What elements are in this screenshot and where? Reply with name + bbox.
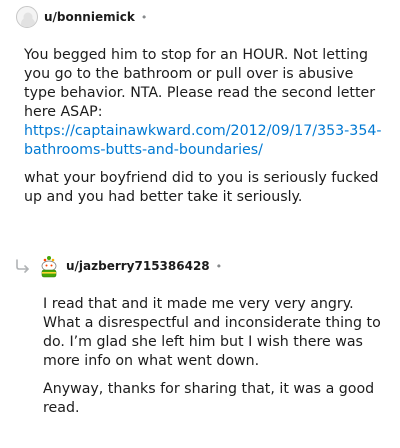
external-link[interactable]: https://captainawkward.com/2012/09/17/35… <box>24 123 382 158</box>
separator-dot: • <box>140 10 148 24</box>
username[interactable]: u/jazberry715386428 <box>66 259 210 273</box>
reply-arrow-icon <box>14 257 32 275</box>
default-snoo-avatar-icon[interactable] <box>16 6 38 28</box>
username[interactable]: u/bonniemick <box>44 10 135 24</box>
snoo-silhouette-icon <box>21 12 35 27</box>
reply-header: u/jazberry715386428 • <box>14 252 222 280</box>
comment-paragraph: I read that and it made me very very ang… <box>43 296 381 369</box>
reply-body: I read that and it made me very very ang… <box>43 295 388 427</box>
comment-paragraph: Anyway, thanks for sharing that, it was … <box>43 381 375 416</box>
comment-header: u/bonniemick • <box>16 4 147 30</box>
cake-avatar-icon[interactable] <box>38 255 60 278</box>
comment-body: You begged him to stop for an HOUR. Not … <box>24 46 386 216</box>
comment-paragraph: what your boyfriend did to you is seriou… <box>24 170 379 205</box>
comment-paragraph: You begged him to stop for an HOUR. Not … <box>24 47 376 120</box>
separator-dot: • <box>215 259 223 273</box>
